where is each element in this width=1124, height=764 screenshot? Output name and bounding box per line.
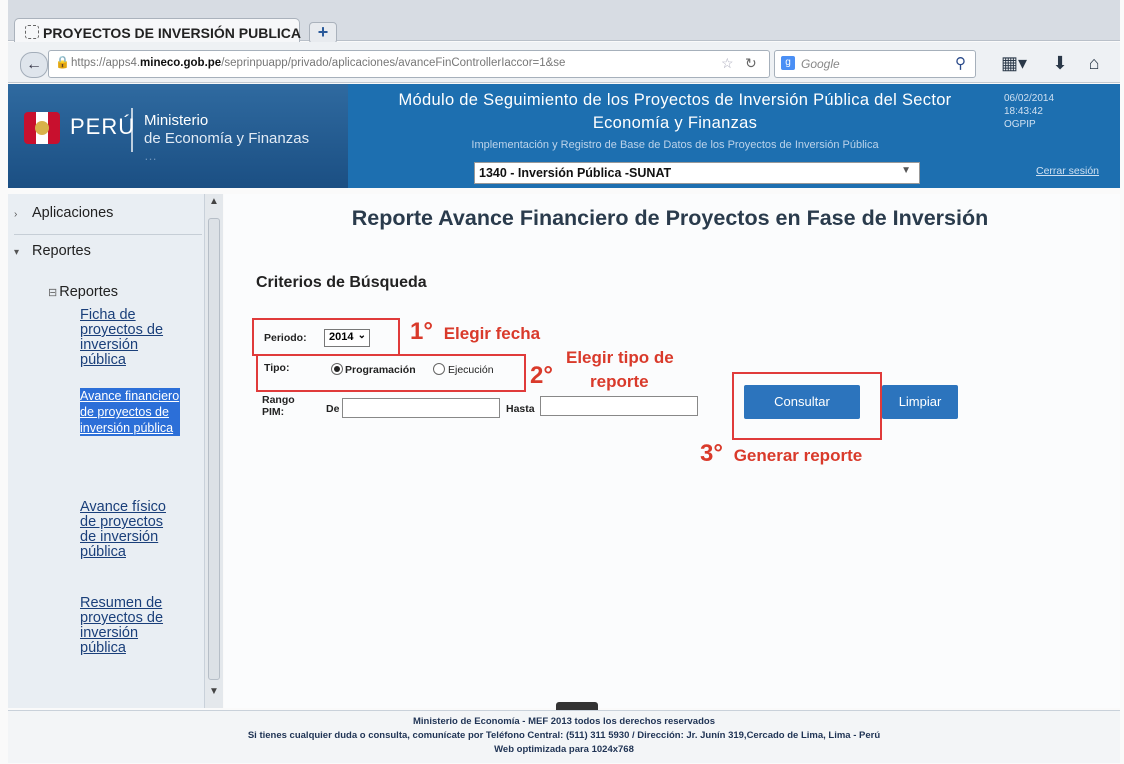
footer-line-2: Si tienes cualquier duda o consulta, com…	[247, 730, 881, 741]
address-url: https://apps4.mineco.gob.pe/seprinpuapp/…	[71, 57, 566, 69]
search-placeholder: Google	[801, 57, 840, 71]
chevron-down-icon: ▼	[901, 165, 911, 176]
chevron-down-icon: ⌄	[357, 330, 366, 341]
chevron-right-icon: ›	[14, 209, 18, 220]
footer-line-1: Ministerio de Economía - MEF 2013 todos …	[413, 716, 715, 727]
hasta-label: Hasta	[506, 403, 535, 415]
unit-select[interactable]: 1340 - Inversión Pública -SUNAT ▼	[474, 162, 920, 184]
annotation-step-2-text-a: Elegir tipo de	[566, 348, 674, 367]
radio-ejecucion-label: Ejecución	[448, 364, 494, 376]
rango-label: Rango PIM:	[262, 394, 295, 418]
limpiar-button[interactable]: Limpiar	[882, 385, 958, 419]
collapse-icon: ⊟	[48, 287, 58, 299]
annotation-step-2-text-b: reporte	[590, 372, 649, 391]
rango-label-line-1: Rango	[262, 394, 295, 406]
radio-ejecucion[interactable]	[433, 363, 445, 375]
page-title: Reporte Avance Financiero de Proyectos e…	[351, 206, 989, 230]
tree-node-reportes[interactable]: ⊟ Reportes	[48, 284, 118, 300]
brand-divider	[131, 108, 133, 152]
annotation-step-1-number: 1°	[410, 318, 433, 345]
bookmark-star-icon[interactable]: ☆	[721, 55, 734, 72]
session-date: 06/02/2014	[1004, 93, 1055, 104]
periodo-label: Periodo:	[264, 332, 307, 344]
sidebar-section-reportes[interactable]: ▾ Reportes	[14, 236, 202, 266]
logout-link[interactable]: Cerrar sesión	[1036, 165, 1099, 177]
sidebar-link-avance-fisico[interactable]: Avance físico de proyectos de inversión …	[80, 500, 180, 560]
annotation-step-1-text: Elegir fecha	[443, 324, 541, 343]
sidebar-link-avance-financiero[interactable]: Avance financiero de proyectos de invers…	[80, 388, 180, 436]
header-title-line-1: Módulo de Seguimiento de los Proyectos d…	[398, 91, 952, 109]
ministry-line-2: de Economía y Finanzas	[144, 130, 310, 147]
annotation-step-3-text: Generar reporte	[733, 446, 863, 465]
annotation-step-3: 3° Generar reporte	[700, 440, 862, 468]
sidebar-section-label: Aplicaciones	[32, 205, 114, 221]
browser-tab-title: PROYECTOS DE INVERSIÓN PUBLICA	[43, 25, 302, 41]
header-subtitle: Implementación y Registro de Base de Dat…	[471, 139, 879, 151]
radio-programacion-label: Programación	[345, 364, 416, 376]
session-office: OGPIP	[1004, 119, 1036, 130]
radio-programacion[interactable]	[331, 363, 343, 375]
periodo-select[interactable]: 2014 ⌄	[324, 329, 370, 347]
footer-handle	[556, 702, 598, 710]
sidebar-section-aplicaciones[interactable]: › Aplicaciones	[14, 198, 202, 228]
chevron-down-icon: ▾	[14, 247, 20, 258]
tipo-label: Tipo:	[264, 362, 290, 374]
sidebar-link-resumen[interactable]: Resumen de proyectos de inversión públic…	[80, 596, 180, 656]
de-label: De	[326, 403, 340, 415]
search-icon[interactable]: ⚲	[955, 54, 966, 72]
scroll-up-icon[interactable]: ▲	[209, 196, 219, 207]
header-title-line-2: Economía y Finanzas	[592, 114, 758, 132]
rango-hasta-input[interactable]	[540, 396, 698, 416]
footer-line-3: Web optimizada para 1024x768	[494, 744, 634, 755]
sidebar-divider	[14, 234, 202, 235]
annotation-step-1: 1° Elegir fecha	[410, 318, 540, 346]
session-time: 18:43:42	[1004, 106, 1043, 117]
periodo-select-value: 2014	[329, 331, 354, 343]
rango-de-input[interactable]	[342, 398, 500, 418]
reload-icon[interactable]: ↻	[745, 55, 757, 72]
sidebar-scrollbar[interactable]: ▲ ▼	[204, 194, 223, 708]
sidebar-section-label: Reportes	[32, 243, 91, 259]
download-icon[interactable]: ⬇	[1046, 52, 1074, 74]
ministry-line-1: Ministerio	[144, 112, 209, 129]
unit-select-value: 1340 - Inversión Pública -SUNAT	[479, 166, 672, 180]
main-content	[224, 194, 1120, 708]
brand-name: PERÚ	[70, 114, 136, 139]
tree-node-label: Reportes	[59, 284, 119, 300]
ministry-line-3: …	[144, 148, 157, 163]
search-box[interactable]: g Google ⚲	[774, 50, 976, 78]
arrow-left-icon: ←	[26, 56, 42, 73]
annotation-step-2-number: 2°	[530, 362, 553, 389]
lock-icon: 🔒	[55, 55, 70, 69]
new-tab-button[interactable]: +	[309, 22, 337, 44]
criteria-heading: Criterios de Búsqueda	[256, 274, 427, 291]
peru-shield-icon	[24, 112, 60, 144]
sidebar-link-ficha[interactable]: Ficha de proyectos de inversión pública	[80, 308, 180, 368]
scrollbar-thumb[interactable]	[208, 218, 220, 680]
session-info: 06/02/2014 18:43:42 OGPIP	[1004, 92, 1054, 131]
scroll-down-icon[interactable]: ▼	[209, 686, 219, 697]
back-button[interactable]: ←	[20, 52, 48, 78]
address-bar[interactable]: 🔒 https://apps4.mineco.gob.pe/seprinpuap…	[48, 50, 770, 78]
consultar-button[interactable]: Consultar	[744, 385, 860, 419]
rango-label-line-2: PIM:	[262, 406, 285, 418]
annotation-step-3-number: 3°	[700, 440, 723, 467]
home-icon[interactable]: ⌂	[1080, 52, 1108, 74]
bookmarks-menu-icon[interactable]: ▦▾	[1000, 52, 1028, 74]
favicon-icon	[25, 25, 39, 39]
google-icon: g	[781, 56, 795, 70]
